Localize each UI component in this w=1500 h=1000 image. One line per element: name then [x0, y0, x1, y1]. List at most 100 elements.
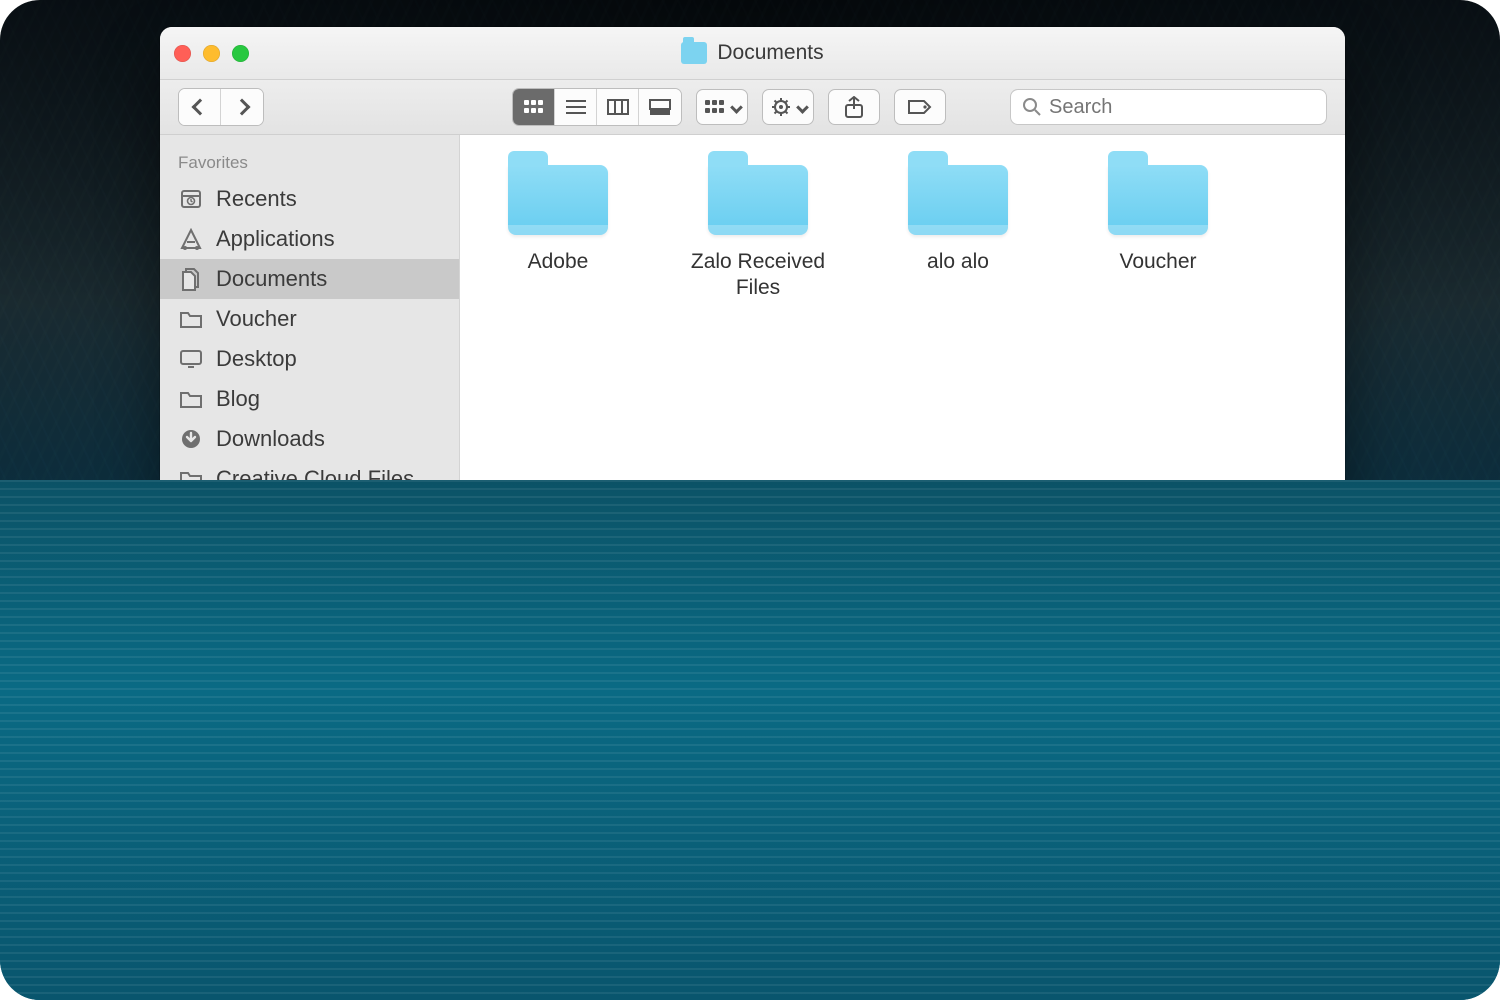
view-buttons	[512, 88, 682, 126]
folder-item-alo-alo[interactable]: alo alo	[888, 165, 1028, 302]
dock-app-safari[interactable]	[253, 916, 323, 986]
folder-icon	[1108, 165, 1208, 235]
sidebar-locations-item-apple-s-airport-[interactable]: Apple's AirPort…	[160, 647, 459, 687]
disk-icon	[178, 615, 204, 639]
gallery-view-icon	[649, 99, 671, 115]
eject-icon[interactable]	[425, 654, 441, 680]
window-title: Documents	[681, 41, 823, 65]
dock-app-notes[interactable]	[1093, 916, 1163, 986]
dock-app-music[interactable]: ♫	[1177, 916, 1247, 986]
apps-icon	[178, 227, 204, 251]
dock-app-messages[interactable]	[589, 916, 659, 986]
group-by-button[interactable]	[696, 89, 748, 125]
action-button[interactable]	[762, 89, 814, 125]
sidebar-item-label: iCloud Drive	[216, 540, 336, 566]
window-title-text: Documents	[717, 41, 823, 65]
sidebar-item-label: Applications	[216, 226, 335, 252]
folder-item-voucher[interactable]: Voucher	[1088, 165, 1228, 302]
list-view-button[interactable]	[555, 89, 597, 125]
dock-app-launchpad[interactable]	[169, 916, 239, 986]
folder-icon	[908, 165, 1008, 235]
column-view-icon	[607, 99, 629, 115]
sidebar: Favorites Recents Applications Documents Vo…	[160, 135, 460, 777]
forward-button[interactable]	[221, 89, 263, 125]
desktop: Documents	[0, 0, 1500, 1000]
list-view-icon	[565, 99, 587, 115]
search-field[interactable]	[1010, 89, 1327, 125]
chevron-down-icon	[796, 101, 809, 114]
dock-container: JUL17 ♫ tv	[63, 904, 1437, 1000]
dock-app-photos[interactable]	[757, 916, 827, 986]
dock-app-contacts[interactable]	[841, 916, 911, 986]
titlebar[interactable]: Documents	[160, 27, 1345, 80]
close-button[interactable]	[174, 45, 191, 62]
sidebar-item-label: Apple's AirPort…	[216, 654, 382, 680]
finder-window: Documents	[160, 27, 1345, 777]
sidebar-favorites-item-voucher[interactable]: Voucher	[160, 299, 459, 339]
chevron-down-icon	[730, 101, 743, 114]
favorites-title: Favorites	[160, 145, 459, 179]
calendar-day: 17	[943, 936, 976, 986]
dock-app-mail[interactable]	[421, 916, 491, 986]
sidebar-favorites-item-desktop[interactable]: Desktop	[160, 339, 459, 379]
sidebar-favorites-item-recents[interactable]: Recents	[160, 179, 459, 219]
cloud-icon	[178, 541, 204, 565]
dock-app-reminders[interactable]	[1009, 916, 1079, 986]
dock-app-tv[interactable]: tv	[1345, 916, 1415, 986]
dock-app-podcasts[interactable]	[1261, 916, 1331, 986]
tags-button[interactable]	[894, 89, 946, 125]
gear-icon	[770, 97, 792, 117]
sidebar-locations-item-hey-data[interactable]: Hey - DATA	[160, 607, 459, 647]
documents-icon	[178, 267, 204, 291]
folder-icon	[508, 165, 608, 235]
sidebar-favorites-item-applications[interactable]: Applications	[160, 219, 459, 259]
back-button[interactable]	[179, 89, 221, 125]
column-view-button[interactable]	[597, 89, 639, 125]
window-controls	[174, 45, 249, 62]
sidebar-favorites-item-creative-cloud-files[interactable]: Creative Cloud Files	[160, 459, 459, 499]
folder-label: Voucher	[1119, 249, 1196, 275]
sidebar-item-label: Hey - DATA	[216, 614, 330, 640]
desktop-icon	[178, 347, 204, 371]
sidebar-item-label: Downloads	[216, 426, 325, 452]
tooltip-text: Finder	[440, 769, 502, 794]
icloud-title: iCloud	[160, 499, 459, 533]
dock: JUL17 ♫ tv	[63, 904, 1437, 1000]
sidebar-icloud-item-icloud-drive[interactable]: iCloud Drive	[160, 533, 459, 573]
toolbar	[160, 80, 1345, 135]
folder-icon	[681, 42, 707, 64]
gallery-view-button[interactable]	[639, 89, 681, 125]
folder-item-adobe[interactable]: Adobe	[488, 165, 628, 302]
minimize-button[interactable]	[203, 45, 220, 62]
dock-tooltip: Finder	[422, 759, 520, 805]
folder-item-zalo-received-files[interactable]: Zalo Received Files	[688, 165, 828, 302]
sidebar-favorites-item-blog[interactable]: Blog	[160, 379, 459, 419]
chevron-right-icon	[234, 99, 251, 116]
locations-title: Locations	[160, 573, 459, 607]
downloads-icon	[178, 427, 204, 451]
sidebar-item-label: Creative Cloud Files	[216, 466, 414, 492]
sidebar-favorites-item-downloads[interactable]: Downloads	[160, 419, 459, 459]
search-input[interactable]	[1049, 96, 1314, 119]
dock-app-finder[interactable]	[245, 943, 315, 1000]
sidebar-item-label: Voucher	[216, 306, 297, 332]
icon-view-icon	[523, 99, 545, 115]
folder-icon	[708, 165, 808, 235]
share-icon	[844, 96, 864, 118]
dock-app-google-chrome[interactable]	[337, 916, 407, 986]
sidebar-favorites-item-documents[interactable]: Documents	[160, 259, 459, 299]
fullscreen-button[interactable]	[232, 45, 249, 62]
folder-label: Zalo Received Files	[688, 249, 828, 302]
content-area[interactable]: Adobe Zalo Received Files alo alo Voucher	[460, 135, 1345, 777]
sidebar-item-label: Desktop	[216, 346, 297, 372]
clock-icon	[178, 187, 204, 211]
calendar-month: JUL	[925, 916, 995, 936]
icon-view-button[interactable]	[513, 89, 555, 125]
dock-app-maps[interactable]	[673, 916, 743, 986]
dock-app-calendar[interactable]: JUL17	[925, 916, 995, 986]
share-button[interactable]	[828, 89, 880, 125]
tag-icon	[907, 98, 933, 116]
folder-icon	[178, 307, 204, 331]
folder-label: alo alo	[927, 249, 989, 275]
dock-app-facetime[interactable]	[505, 916, 575, 986]
